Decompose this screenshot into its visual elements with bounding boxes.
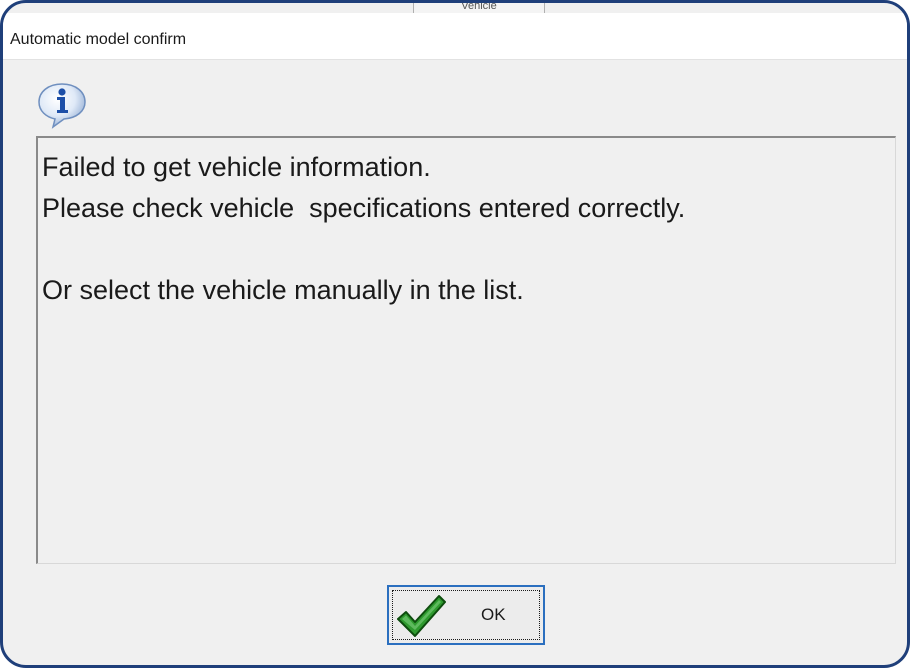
message-area: Failed to get vehicle information. Pleas…	[36, 136, 896, 564]
dialog-window: Vehicle Automatic model confirm Failed t…	[0, 0, 910, 668]
background-tab-label: Vehicle	[461, 3, 497, 12]
ok-button-label: OK	[481, 605, 506, 624]
message-line-3	[42, 229, 895, 270]
ok-button[interactable]: OK	[387, 585, 545, 645]
message-line-4: Or select the vehicle manually in the li…	[42, 275, 524, 305]
dialog-title: Automatic model confirm	[10, 31, 187, 48]
message-line-1: Failed to get vehicle information.	[42, 152, 431, 182]
checkmark-icon	[397, 595, 446, 637]
message-line-2: Please check vehicle specifications ente…	[42, 193, 686, 223]
info-icon	[38, 83, 86, 129]
background-tab-vehicle: Vehicle	[413, 3, 545, 13]
